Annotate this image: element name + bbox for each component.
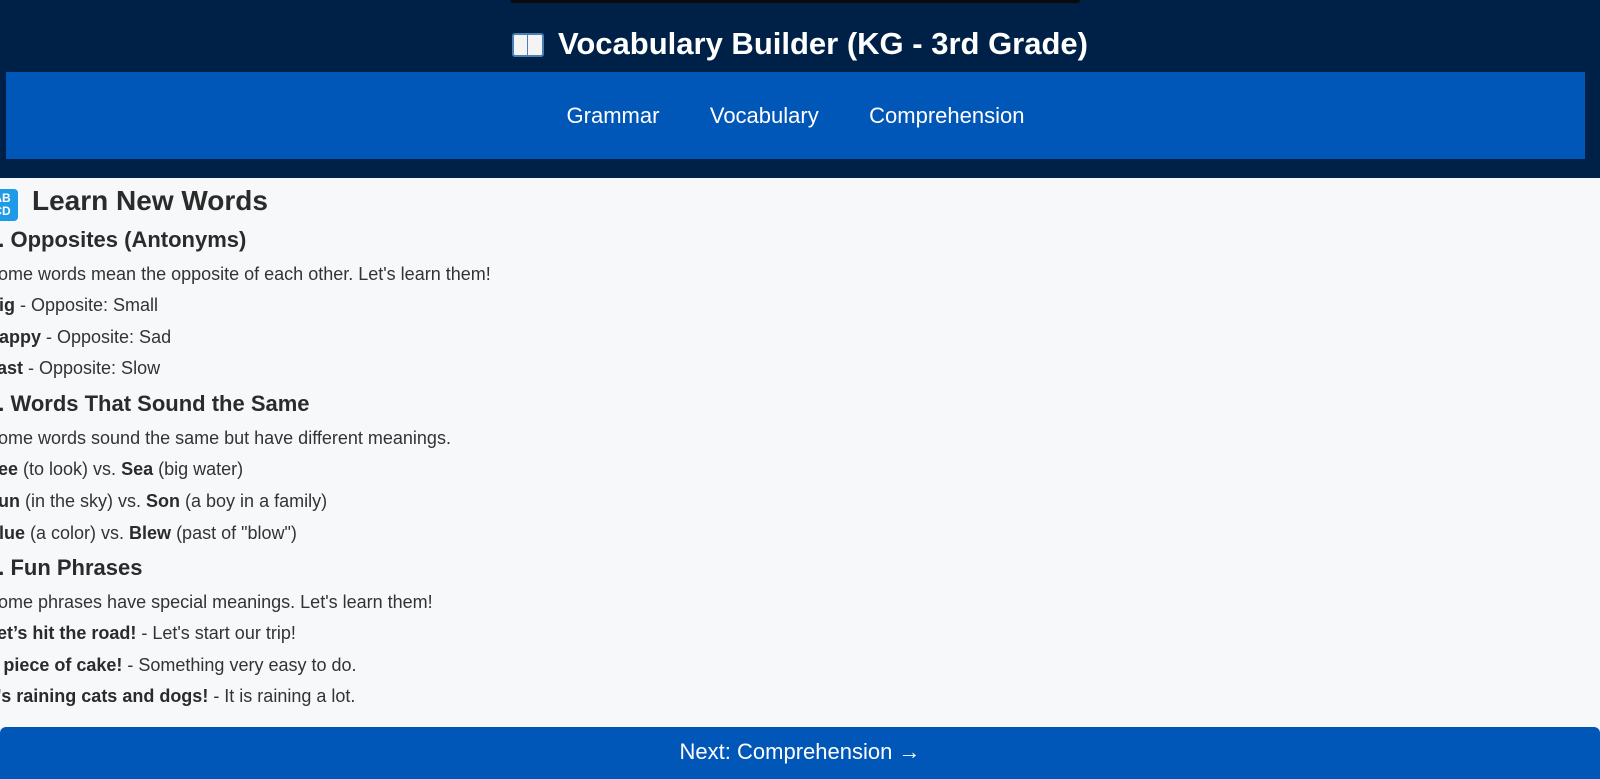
site-title: Vocabulary Builder (KG - 3rd Grade): [0, 24, 1600, 64]
nav-link-comprehension[interactable]: Comprehension: [869, 101, 1024, 131]
list-item: Happy - Opposite: Sad: [0, 325, 171, 349]
section-title-antonyms: 1. Opposites (Antonyms): [0, 227, 247, 252]
list-item: Big - Opposite: Small: [0, 293, 158, 317]
list-item: Blue (a color) vs. Blew (past of "blow"): [0, 523, 297, 543]
list-item: Let’s hit the road! - Let's start our tr…: [0, 623, 296, 643]
site-title-text: Vocabulary Builder (KG - 3rd Grade): [558, 26, 1088, 61]
list-item: It's raining cats and dogs! - It is rain…: [0, 686, 356, 706]
next-comprehension-button[interactable]: Next: Comprehension →: [0, 727, 1600, 779]
word: Big: [0, 295, 15, 315]
list-item: A piece of cake! - Something very easy t…: [0, 655, 357, 675]
list-item: Fast - Opposite: Slow: [0, 356, 160, 380]
word: Happy: [0, 327, 42, 347]
list-item: Sun (in the sky) vs. Son (a boy in a fam…: [0, 491, 328, 511]
nav-link-grammar[interactable]: Grammar: [567, 101, 660, 131]
section-intro: Some words sound the same but have diffe…: [0, 428, 451, 448]
page-heading-text: Learn New Words: [32, 185, 268, 216]
section-title-phrases: 3. Fun Phrases: [0, 555, 143, 580]
section-intro: Some words mean the opposite of each oth…: [0, 264, 491, 284]
nav-link-vocabulary[interactable]: Vocabulary: [710, 101, 819, 131]
site-header: Vocabulary Builder (KG - 3rd Grade) Gram…: [0, 0, 1600, 178]
section-title-homophones: 2. Words That Sound the Same: [0, 391, 310, 416]
list-item: See (to look) vs. Sea (big water): [0, 459, 244, 479]
open-book-icon: [512, 31, 544, 57]
main-nav: Grammar Vocabulary Comprehension: [6, 72, 1585, 159]
word: Fast: [0, 358, 24, 378]
section-intro: Some phrases have special meanings. Let'…: [0, 592, 433, 612]
abcd-icon: ABCD: [0, 189, 18, 221]
top-strip: [510, 0, 1080, 3]
page-heading: ABCD Learn New Words: [0, 184, 268, 221]
